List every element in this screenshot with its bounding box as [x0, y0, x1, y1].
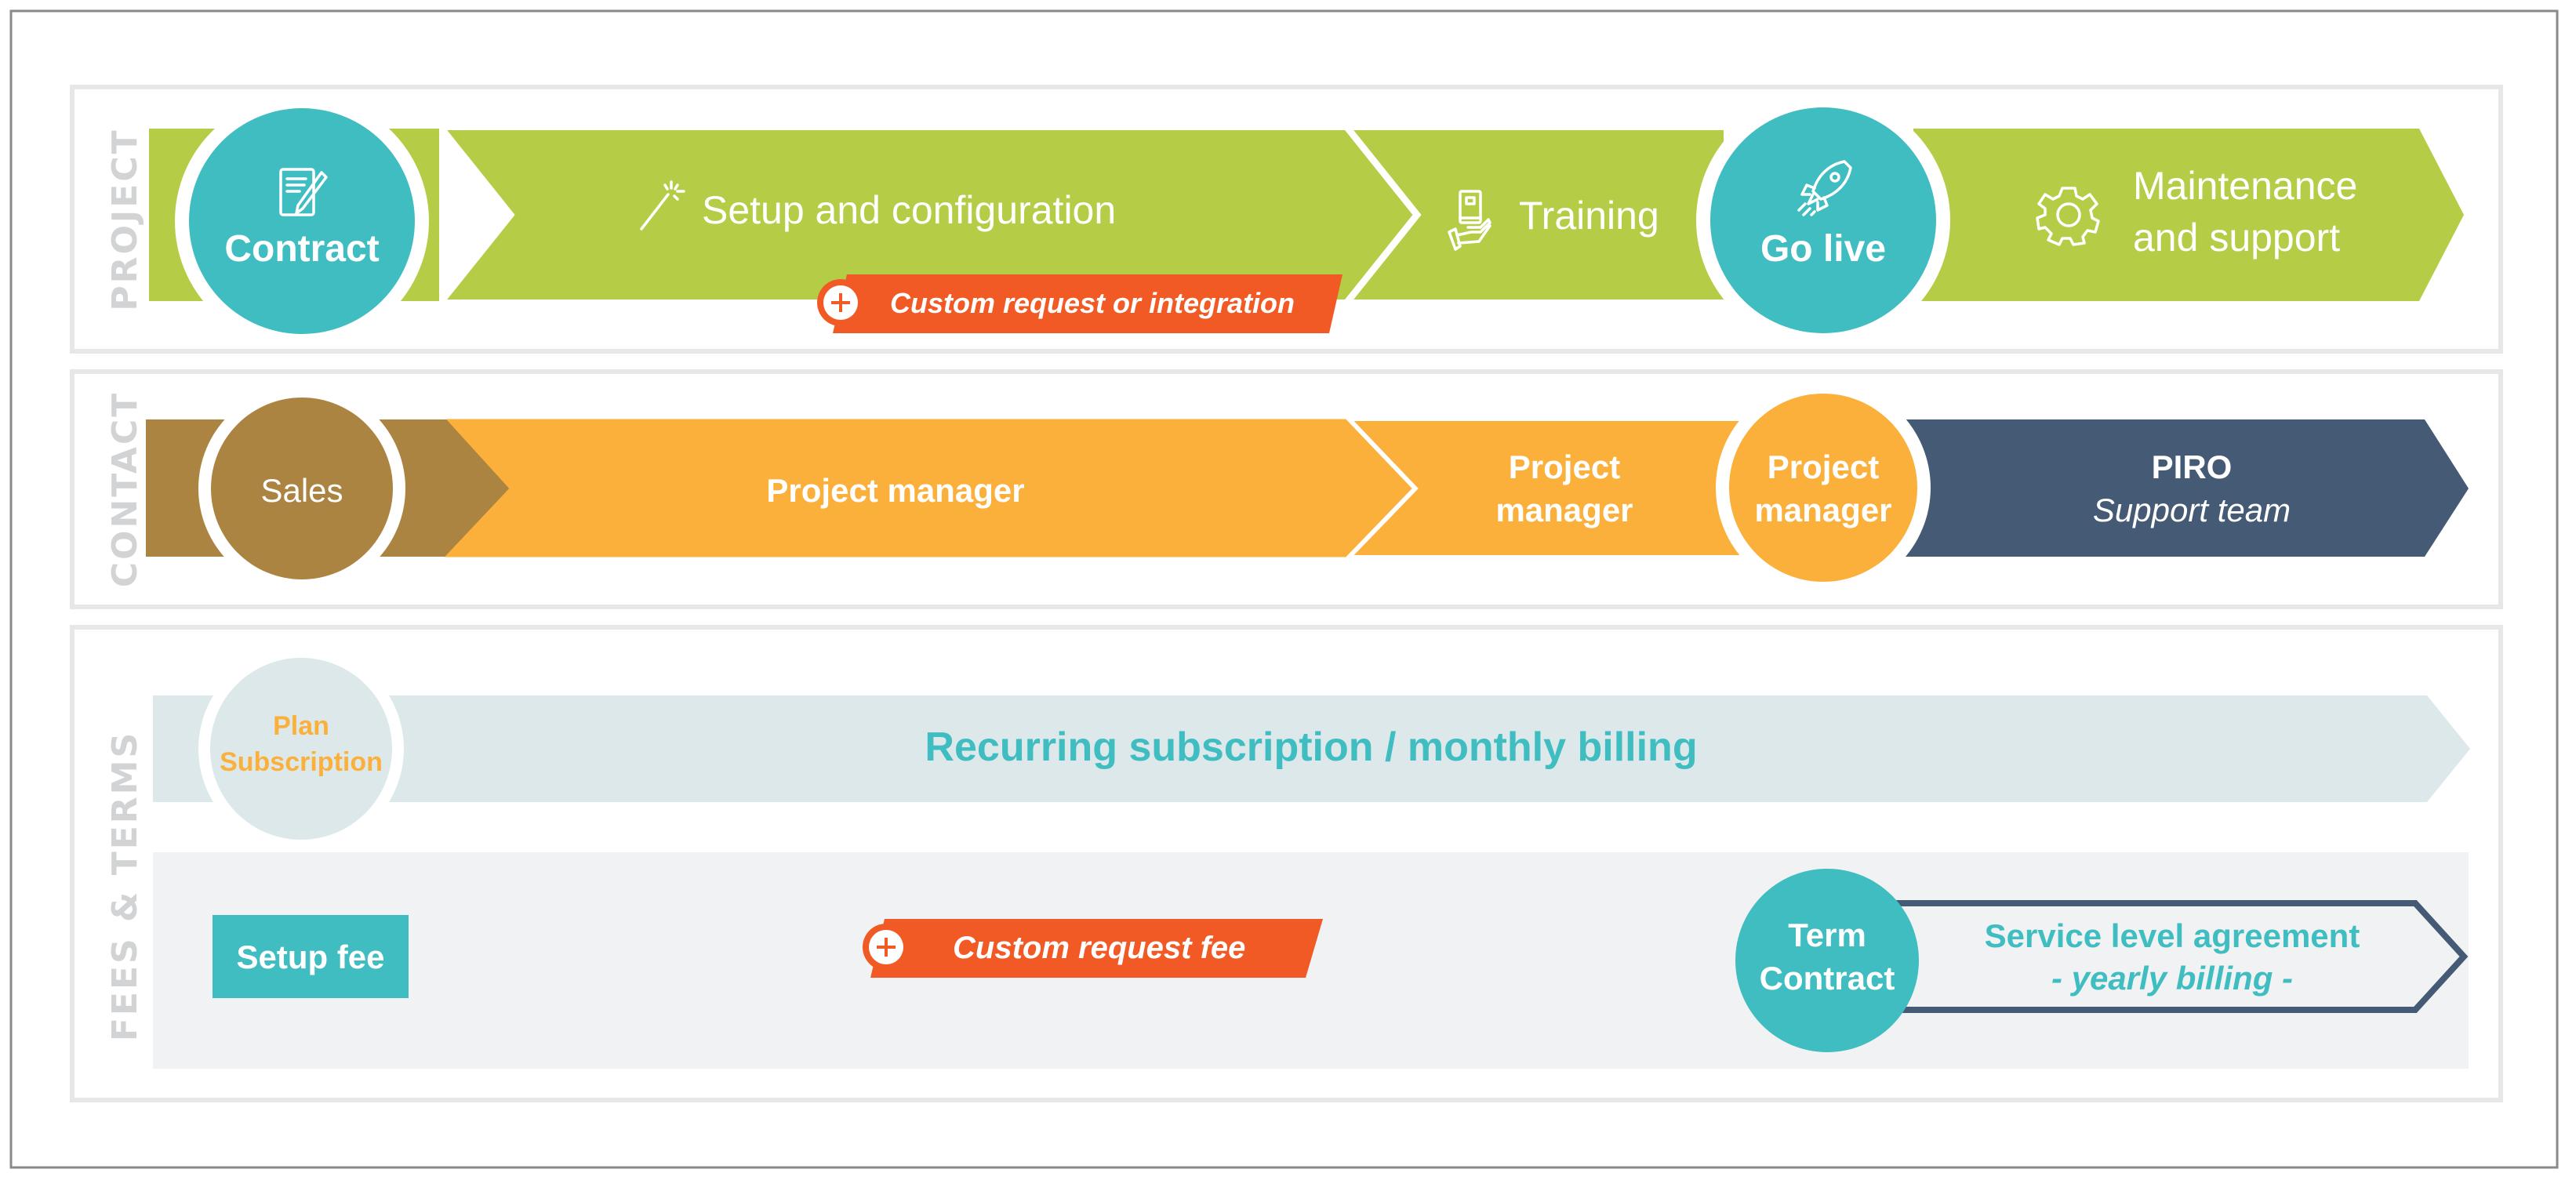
sales-label: Sales	[260, 472, 343, 509]
contact-section: CONTACT Sales Project manager Project ma…	[70, 369, 2503, 609]
custom-request-fee-badge[interactable]: Custom request fee	[863, 919, 1323, 978]
piro-band	[1906, 419, 2469, 557]
maintenance-band	[1913, 129, 2464, 301]
project-manager-label: Project manager	[766, 472, 1024, 509]
custom-request-fee-label: Custom request fee	[953, 931, 1245, 965]
yearly-billing-label: - yearly billing -	[2051, 960, 2293, 997]
fees-section-label: FEES & TERMS	[105, 731, 145, 1041]
contact-section-label: CONTACT	[105, 391, 145, 587]
sla-box[interactable]: Service level agreement - yearly billing…	[1863, 900, 2469, 1013]
contract-milestone[interactable]: Contract	[175, 94, 429, 348]
contract-label: Contract	[224, 228, 379, 270]
piro-label: PIRO	[2152, 448, 2233, 485]
project-manager-circle[interactable]: Project manager	[1716, 380, 1931, 595]
setup-label: Setup and configuration	[702, 188, 1116, 232]
sla-label: Service level agreement	[1985, 917, 2360, 954]
subscription-label: Subscription	[220, 747, 383, 777]
process-diagram: PROJECT Contract Setup and configuration…	[9, 9, 2559, 1169]
project-manager-2-line1: Project	[1509, 448, 1620, 485]
custom-request-badge[interactable]: Custom request or integration	[817, 274, 1342, 333]
project-manager-circle-line2: manager	[1754, 492, 1891, 528]
project-manager-circle-line1: Project	[1768, 448, 1879, 485]
term-contract-circle[interactable]: Term Contract	[1735, 869, 1919, 1052]
project-manager-2-line2: manager	[1495, 492, 1633, 528]
maintenance-label-line2: and support	[2133, 216, 2340, 260]
go-live-milestone[interactable]: Go live	[1696, 93, 1950, 347]
setup-fee-label: Setup fee	[236, 939, 384, 975]
recurring-label: Recurring subscription / monthly billing	[925, 724, 1697, 770]
term-label: Term	[1788, 917, 1866, 953]
project-section-label: PROJECT	[105, 128, 145, 310]
setup-fee-box[interactable]: Setup fee	[213, 915, 409, 998]
custom-request-label: Custom request or integration	[890, 287, 1295, 319]
project-section: PROJECT Contract Setup and configuration…	[70, 85, 2503, 354]
sales-circle[interactable]: Sales	[198, 385, 405, 592]
training-label: Training	[1519, 194, 1659, 238]
maintenance-label-line1: Maintenance	[2133, 164, 2357, 208]
go-live-label: Go live	[1760, 228, 1886, 270]
fees-section: FEES & TERMS Plan Subscription Recurring…	[70, 625, 2503, 1102]
contract-term-label: Contract	[1760, 960, 1895, 997]
plan-label: Plan	[273, 711, 329, 741]
plan-subscription-circle[interactable]: Plan Subscription	[198, 646, 404, 851]
support-team-label: Support team	[2093, 492, 2291, 528]
